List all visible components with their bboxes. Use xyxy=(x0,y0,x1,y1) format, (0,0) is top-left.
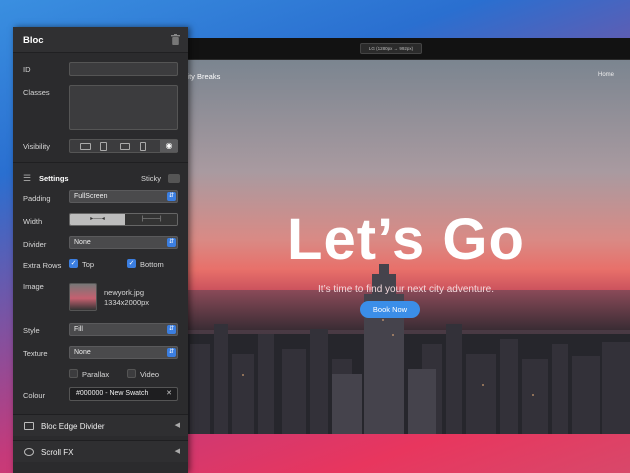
parallax-checkbox[interactable] xyxy=(69,369,78,378)
panel-header: Bloc xyxy=(13,27,188,53)
width-contained-option[interactable]: |────| xyxy=(125,214,177,225)
style-select[interactable]: Fill ⇵ xyxy=(69,323,178,336)
colour-swatch-field[interactable]: #000000 - New Swatch ✕ xyxy=(69,387,178,401)
width-full-option[interactable]: ▸──◂ xyxy=(70,214,125,225)
padding-select[interactable]: FullScreen ⇵ xyxy=(69,190,178,203)
colour-label: Colour xyxy=(23,391,46,400)
top-label: Top xyxy=(82,260,95,269)
chevron-updown-icon: ⇵ xyxy=(167,192,176,201)
visibility-toggles[interactable]: ◉ xyxy=(69,139,178,153)
image-filename: newyork.jpg xyxy=(104,288,145,297)
top-checkbox[interactable]: ✓ xyxy=(69,259,78,268)
texture-select[interactable]: None ⇵ xyxy=(69,346,178,359)
id-label: ID xyxy=(23,65,31,74)
preview-canvas: LG (1280px → 992px) City Breaks Home Let… xyxy=(182,38,630,434)
classes-textarea[interactable] xyxy=(69,85,178,130)
panel-title: Bloc xyxy=(23,35,44,46)
nav-home-link[interactable]: Home xyxy=(598,72,614,78)
image-thumbnail[interactable] xyxy=(69,283,97,311)
eye-icon[interactable]: ◉ xyxy=(160,140,178,152)
desktop-icon[interactable] xyxy=(80,143,91,150)
chevron-updown-icon: ⇵ xyxy=(167,238,176,247)
scroll-fx-icon xyxy=(24,448,34,456)
texture-label: Texture xyxy=(23,349,48,358)
hero-section[interactable]: City Breaks Home Let’s Go It’s time to f… xyxy=(182,60,630,434)
extra-rows-label: Extra Rows xyxy=(23,261,62,270)
padding-label: Padding xyxy=(23,194,51,203)
hero-headline: Let’s Go xyxy=(287,207,525,272)
hero-subheading: It’s time to find your next city adventu… xyxy=(317,284,494,295)
divider-select[interactable]: None ⇵ xyxy=(69,236,178,249)
sliders-icon: ☰ xyxy=(23,173,32,183)
section-bloc-edge-divider[interactable]: Bloc Edge Divider ◀ xyxy=(13,414,188,436)
mobile-icon[interactable] xyxy=(140,142,146,151)
sticky-toggle[interactable] xyxy=(168,174,180,183)
image-label: Image xyxy=(23,282,44,291)
chevron-left-icon: ◀ xyxy=(174,448,180,455)
video-checkbox[interactable] xyxy=(127,369,136,378)
video-label: Video xyxy=(140,370,160,379)
section-scroll-fx[interactable]: Scroll FX ◀ xyxy=(13,440,188,462)
breakpoint-badge[interactable]: LG (1280px → 992px) xyxy=(360,43,422,54)
bottom-checkbox[interactable]: ✓ xyxy=(127,259,136,268)
bloc-inspector-panel: Bloc ID Classes Visibility ◉ ☰ Settings … xyxy=(13,27,188,473)
id-input[interactable] xyxy=(69,62,178,76)
divider-icon xyxy=(24,422,34,430)
image-dimensions: 1334x2000px xyxy=(104,298,150,307)
book-now-button[interactable]: Book Now xyxy=(360,301,420,318)
bottom-label: Bottom xyxy=(140,260,164,269)
width-segmented-control[interactable]: ▸──◂ |────| xyxy=(69,213,178,226)
chevron-updown-icon: ⇵ xyxy=(167,348,176,357)
sticky-label: Sticky xyxy=(141,174,162,183)
tablet-icon[interactable] xyxy=(100,142,107,151)
width-label: Width xyxy=(23,217,43,226)
close-icon[interactable]: ✕ xyxy=(166,388,172,400)
chevron-updown-icon: ⇵ xyxy=(167,325,176,334)
divider-label: Divider xyxy=(23,240,47,249)
style-label: Style xyxy=(23,326,40,335)
parallax-label: Parallax xyxy=(82,370,110,379)
classes-label: Classes xyxy=(23,88,50,97)
trash-icon[interactable] xyxy=(171,34,180,45)
settings-title: Settings xyxy=(39,174,69,183)
chevron-left-icon: ◀ xyxy=(174,422,180,429)
canvas-toolbar: LG (1280px → 992px) xyxy=(182,38,630,60)
laptop-icon[interactable] xyxy=(120,143,130,150)
chevron-down-icon[interactable]: ⌄ xyxy=(384,432,392,434)
visibility-label: Visibility xyxy=(23,142,50,151)
